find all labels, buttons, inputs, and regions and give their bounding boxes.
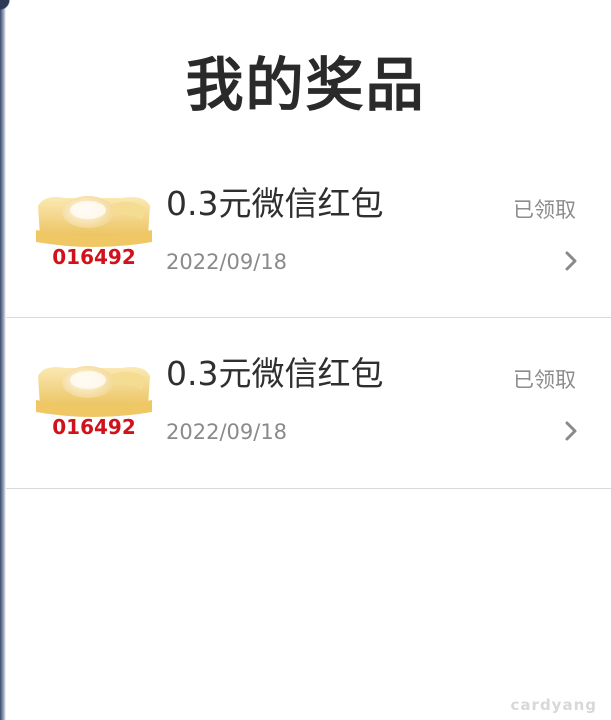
prize-status: 已领取 [513, 368, 576, 392]
prize-date: 2022/09/18 [166, 250, 288, 274]
page-title: 我的奖品 [185, 51, 426, 119]
prize-status: 已领取 [513, 198, 576, 222]
prize-name: 0.3元微信红包 [166, 184, 384, 223]
gold-ingot-icon: 016492 [36, 190, 152, 270]
prize-list: 016492 0.3元微信红包 2022/09/18 已领取 016492 0.… [6, 148, 611, 489]
prize-badge-code: 016492 [52, 245, 136, 269]
prize-badge-code: 016492 [52, 415, 136, 439]
window-corner [0, 0, 20, 20]
chevron-right-icon[interactable] [564, 420, 578, 442]
chevron-right-icon[interactable] [564, 250, 578, 272]
gold-ingot-icon: 016492 [36, 360, 152, 440]
prize-list-item[interactable]: 016492 0.3元微信红包 2022/09/18 已领取 [6, 318, 611, 489]
prize-list-item[interactable]: 016492 0.3元微信红包 2022/09/18 已领取 [6, 148, 611, 318]
watermark-text: cardyang [510, 696, 597, 714]
my-prizes-page: 我的奖品 016492 0.3元微信红包 2022/09/18 已领取 0164… [0, 0, 611, 720]
prize-date: 2022/09/18 [166, 420, 288, 444]
prize-name: 0.3元微信红包 [166, 354, 384, 393]
